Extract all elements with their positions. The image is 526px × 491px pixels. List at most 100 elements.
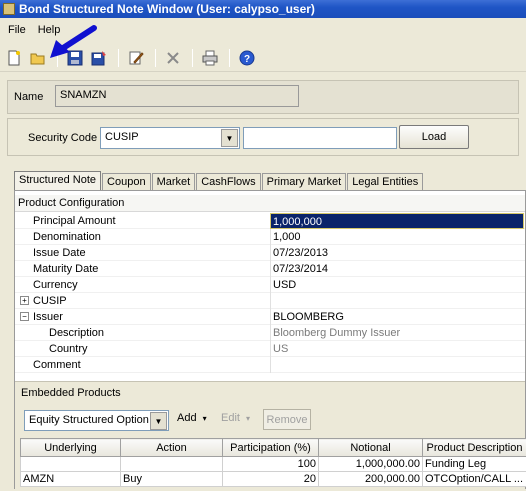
cell-action[interactable] [121, 457, 223, 472]
add-label: Add [177, 412, 197, 424]
name-field[interactable]: SNAMZN [55, 85, 299, 107]
toolbar-separator [118, 49, 119, 67]
window-title-bar: Bond Structured Note Window (User: calyp… [0, 0, 526, 18]
property-value-denomination[interactable]: 1,000 [270, 229, 524, 245]
property-value-cusip[interactable] [270, 293, 524, 309]
property-label: CUSIP [33, 295, 67, 307]
toolbar-separator [229, 49, 230, 67]
expand-icon[interactable]: + [20, 296, 29, 305]
structured-note-panel: Product Configuration Principal Amount 1… [14, 190, 526, 489]
toolbar: ? [0, 44, 526, 72]
embedded-product-type-value: Equity Structured Option [29, 414, 149, 426]
property-row-comment[interactable]: Comment [15, 357, 525, 373]
property-row-country[interactable]: Country US [15, 341, 525, 357]
table-header-row: Underlying Action Participation (%) Noti… [21, 439, 526, 457]
property-label: Country [49, 343, 88, 355]
chevron-down-icon[interactable]: ▼ [150, 412, 167, 430]
embedded-product-type-select[interactable]: Equity Structured Option ▼ [24, 410, 169, 431]
security-code-panel: Security Code CUSIP ▼ Load [7, 118, 519, 156]
tab-legal-entities[interactable]: Legal Entities [347, 173, 423, 191]
property-value-country: US [270, 341, 524, 357]
tab-market[interactable]: Market [152, 173, 196, 191]
product-configuration-header: Product Configuration [15, 195, 525, 212]
embedded-products-panel: Embedded Products Equity Structured Opti… [15, 381, 525, 491]
embedded-products-table: Underlying Action Participation (%) Noti… [20, 438, 526, 487]
column-header-notional[interactable]: Notional [319, 439, 423, 457]
app-icon [3, 3, 15, 15]
tab-coupon[interactable]: Coupon [102, 173, 151, 191]
property-label: Denomination [33, 231, 101, 243]
edit-icon[interactable] [125, 47, 147, 69]
property-value-principal-amount[interactable]: 1,000,000 [270, 213, 524, 229]
property-label: Currency [33, 279, 78, 291]
security-code-label: Security Code [28, 132, 97, 144]
remove-button[interactable]: Remove [263, 409, 311, 430]
security-code-type-select[interactable]: CUSIP ▼ [100, 127, 240, 149]
toolbar-separator [155, 49, 156, 67]
property-label: Issue Date [33, 247, 86, 259]
property-row-cusip[interactable]: + CUSIP [15, 293, 525, 309]
property-value-comment[interactable] [270, 357, 524, 373]
delete-icon[interactable] [162, 47, 184, 69]
new-icon[interactable] [3, 47, 25, 69]
property-value-maturity-date[interactable]: 07/23/2014 [270, 261, 524, 277]
cell-participation[interactable]: 20 [223, 472, 319, 487]
column-header-product-description[interactable]: Product Description [423, 439, 526, 457]
window-title: Bond Structured Note Window (User: calyp… [19, 2, 315, 16]
chevron-down-icon[interactable]: ▼ [221, 129, 238, 147]
property-row-principal-amount[interactable]: Principal Amount 1,000,000 [15, 213, 525, 229]
load-button[interactable]: Load [399, 125, 469, 149]
cell-product-description[interactable]: OTCOption/CALL ... [423, 472, 526, 487]
help-icon[interactable]: ? [236, 47, 258, 69]
svg-text:?: ? [244, 54, 250, 65]
property-row-denomination[interactable]: Denomination 1,000 [15, 229, 525, 245]
collapse-icon[interactable]: − [20, 312, 29, 321]
property-row-maturity-date[interactable]: Maturity Date 07/23/2014 [15, 261, 525, 277]
toolbar-separator [192, 49, 193, 67]
property-row-issuer[interactable]: − Issuer BLOOMBERG [15, 309, 525, 325]
property-label: Comment [33, 359, 81, 371]
caret-down-icon: ▾ [246, 414, 250, 423]
property-label: Description [49, 327, 104, 339]
caret-down-icon: ▾ [203, 414, 207, 423]
cell-product-description[interactable]: Funding Leg [423, 457, 526, 472]
add-button[interactable]: Add ▾ [177, 412, 207, 424]
property-row-currency[interactable]: Currency USD [15, 277, 525, 293]
menu-help[interactable]: Help [32, 22, 67, 38]
tab-primary-market[interactable]: Primary Market [262, 173, 347, 191]
property-label: Maturity Date [33, 263, 98, 275]
cell-action[interactable]: Buy [121, 472, 223, 487]
security-code-input[interactable] [243, 127, 397, 149]
column-header-participation[interactable]: Participation (%) [223, 439, 319, 457]
edit-button[interactable]: Edit ▾ [221, 412, 250, 424]
column-header-underlying[interactable]: Underlying [21, 439, 121, 457]
cell-underlying[interactable]: AMZN [21, 472, 121, 487]
save-as-icon[interactable] [88, 47, 110, 69]
property-value-issue-date[interactable]: 07/23/2013 [270, 245, 524, 261]
save-icon[interactable] [64, 47, 86, 69]
property-label: Issuer [33, 311, 63, 323]
embedded-products-header: Embedded Products [21, 387, 121, 399]
column-header-action[interactable]: Action [121, 439, 223, 457]
toolbar-separator [57, 49, 58, 67]
property-row-issue-date[interactable]: Issue Date 07/23/2013 [15, 245, 525, 261]
cell-underlying[interactable] [21, 457, 121, 472]
property-value-currency[interactable]: USD [270, 277, 524, 293]
property-value-description: Bloomberg Dummy Issuer [270, 325, 524, 341]
name-panel: Name SNAMZN [7, 80, 519, 114]
cell-notional[interactable]: 1,000,000.00 [319, 457, 423, 472]
open-icon[interactable] [27, 47, 49, 69]
property-row-description[interactable]: Description Bloomberg Dummy Issuer [15, 325, 525, 341]
table-row[interactable]: AMZN Buy 20 200,000.00 OTCOption/CALL ..… [21, 472, 526, 487]
property-label: Principal Amount [33, 215, 116, 227]
tab-structured-note[interactable]: Structured Note [14, 171, 101, 191]
cell-notional[interactable]: 200,000.00 [319, 472, 423, 487]
menu-file[interactable]: File [2, 22, 32, 38]
tab-cashflows[interactable]: CashFlows [196, 173, 260, 191]
name-label: Name [14, 91, 43, 103]
cell-participation[interactable]: 100 [223, 457, 319, 472]
property-value-issuer[interactable]: BLOOMBERG [270, 309, 524, 325]
print-icon[interactable] [199, 47, 221, 69]
security-code-type-value: CUSIP [105, 131, 139, 143]
table-row[interactable]: 100 1,000,000.00 Funding Leg [21, 457, 526, 472]
